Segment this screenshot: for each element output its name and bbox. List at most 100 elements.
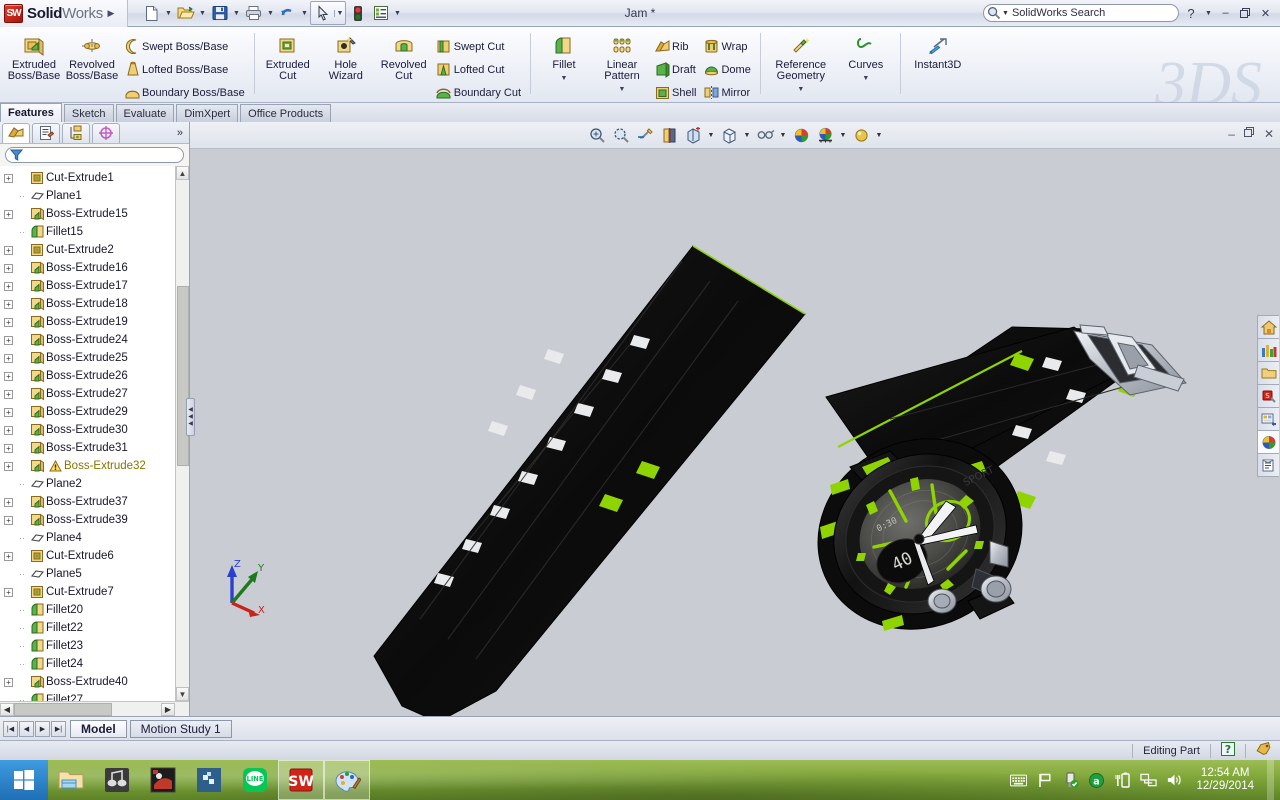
property-manager-tab[interactable] [32, 122, 60, 143]
revolved-cut-button[interactable]: Revolved Cut [375, 30, 433, 82]
select-button[interactable] [311, 2, 334, 24]
feature-tree-item[interactable]: ·· Fillet20 [0, 601, 189, 619]
print-document-button[interactable] [242, 2, 265, 24]
edit-appearance-button[interactable] [790, 124, 812, 146]
taskbar-line[interactable]: LINE [232, 760, 278, 800]
linear-pattern-caret-icon[interactable]: ▼ [619, 84, 626, 95]
expand-icon[interactable]: + [4, 317, 13, 327]
hide-show-items-button[interactable] [754, 124, 776, 146]
antivirus-icon[interactable]: a [1088, 771, 1105, 789]
menu-expand-icon[interactable]: ▶ [103, 8, 119, 19]
expand-icon[interactable]: + [4, 443, 13, 453]
feature-tree-item[interactable]: ·· Fillet22 [0, 619, 189, 637]
boundary-cut-button[interactable]: Boundary Cut [433, 81, 525, 102]
help-caret-icon[interactable]: ▼ [1203, 10, 1214, 17]
tab-dimxpert[interactable]: DimXpert [176, 104, 239, 122]
curves-caret-icon[interactable]: ▼ [862, 73, 869, 84]
expand-icon[interactable]: + [4, 299, 13, 309]
feature-tree-item[interactable]: + Boss-Extrude30 [0, 421, 189, 439]
close-button[interactable]: ✕ [1257, 4, 1274, 22]
feature-tree-item[interactable]: + Boss-Extrude40 [0, 673, 189, 691]
feature-tree-item[interactable]: ·· Fillet23 [0, 637, 189, 655]
expand-icon[interactable]: + [4, 587, 13, 597]
feature-tree-item[interactable]: + Cut-Extrude6 [0, 547, 189, 565]
tab-evaluate[interactable]: Evaluate [115, 104, 175, 122]
nav-last-button[interactable]: ▶| [51, 720, 66, 737]
status-help-button[interactable]: ? [1221, 742, 1235, 759]
feature-tree-item[interactable]: + Cut-Extrude1 [0, 169, 189, 187]
expand-icon[interactable]: + [4, 497, 13, 507]
mirror-button[interactable]: Mirror [700, 81, 754, 102]
search-dropdown-icon[interactable]: ▼ [1002, 10, 1009, 17]
expand-icon[interactable]: + [4, 551, 13, 561]
feature-tree-item[interactable]: ·· Plane1 [0, 187, 189, 205]
feature-tree-item[interactable]: ·· Plane4 [0, 529, 189, 547]
extruded-boss-base-button[interactable]: Extruded Boss/Base [5, 30, 63, 82]
expand-icon[interactable]: + [4, 281, 13, 291]
view-palette-tab[interactable] [1257, 407, 1279, 431]
feature-tree-filter-input[interactable] [23, 148, 173, 162]
tree-hscroll-right-button[interactable]: ▶ [161, 702, 175, 716]
solidworks-forum-tab[interactable]: S [1257, 384, 1279, 408]
taskbar-solidworks[interactable]: SW [278, 760, 324, 800]
feature-tree-item[interactable]: ·· Plane2 [0, 475, 189, 493]
feature-tree-item[interactable]: + Cut-Extrude7 [0, 583, 189, 601]
taskbar-clock[interactable]: 12:54 AM 12/29/2014 [1192, 767, 1254, 793]
view-orientation-button[interactable] [682, 124, 704, 146]
view-settings-button[interactable] [850, 124, 872, 146]
nav-first-button[interactable]: |◀ [3, 720, 18, 737]
appearances-scenes-tab[interactable] [1257, 430, 1279, 454]
options-caret-icon[interactable]: ▼ [392, 10, 403, 17]
feature-manager-tab[interactable] [2, 122, 30, 143]
feature-tree-item[interactable]: ·· Fillet27 [0, 691, 189, 701]
feature-tree-item[interactable]: + Boss-Extrude39 [0, 511, 189, 529]
restore-button[interactable] [1237, 4, 1254, 22]
zoom-to-fit-button[interactable] [586, 124, 608, 146]
tab-model[interactable]: Model [70, 719, 127, 738]
zoom-to-area-button[interactable] [610, 124, 632, 146]
lofted-boss-base-button[interactable]: Lofted Boss/Base [121, 58, 249, 81]
display-style-button[interactable] [718, 124, 740, 146]
expand-icon[interactable]: + [4, 425, 13, 435]
configuration-manager-tab[interactable] [62, 122, 90, 143]
swept-cut-button[interactable]: Swept Cut [433, 35, 525, 58]
draft-button[interactable]: Draft [651, 58, 700, 81]
search-input[interactable]: SolidWorks Search [1012, 7, 1105, 19]
hide-show-caret-icon[interactable]: ▼ [778, 132, 788, 139]
feature-tree-item[interactable]: + Boss-Extrude18 [0, 295, 189, 313]
document-minimize-button[interactable]: – [1228, 127, 1235, 141]
expand-icon[interactable]: + [4, 335, 13, 345]
extruded-cut-button[interactable]: Extruded Cut [259, 30, 317, 82]
network-icon[interactable] [1140, 771, 1158, 789]
feature-tree-item[interactable]: + Boss-Extrude24 [0, 331, 189, 349]
feature-tree-hscrollbar[interactable]: ◀ ▶ [0, 701, 189, 716]
panel-resize-grip[interactable]: ◀ ◀ ◀ [186, 398, 195, 436]
expand-icon[interactable]: + [4, 389, 13, 399]
undo-button[interactable] [276, 2, 299, 24]
instant3d-button[interactable]: Instant3D [905, 30, 971, 71]
new-document-caret-icon[interactable]: ▼ [163, 10, 174, 17]
feature-tree-item[interactable]: + Cut-Extrude2 [0, 241, 189, 259]
apply-scene-caret-icon[interactable]: ▼ [838, 132, 848, 139]
save-document-button[interactable] [208, 2, 231, 24]
previous-view-button[interactable] [634, 124, 656, 146]
show-desktop-button[interactable] [1267, 760, 1274, 800]
rib-button[interactable]: Rib [651, 35, 700, 58]
view-orientation-caret-icon[interactable]: ▼ [706, 132, 716, 139]
feature-tree-item[interactable]: ·· Fillet15 [0, 223, 189, 241]
tab-office-products[interactable]: Office Products [240, 104, 332, 122]
expand-icon[interactable]: + [4, 209, 13, 219]
save-document-caret-icon[interactable]: ▼ [231, 10, 242, 17]
fillet-button[interactable]: Fillet ▼ [535, 30, 593, 84]
feature-tree-item[interactable]: + Boss-Extrude26 [0, 367, 189, 385]
document-restore-button[interactable] [1243, 127, 1255, 141]
tree-scroll-thumb[interactable] [177, 286, 189, 466]
expand-icon[interactable]: + [4, 245, 13, 255]
section-view-button[interactable] [658, 124, 680, 146]
feature-tree-filter[interactable] [5, 147, 184, 163]
feature-tree-item[interactable]: + Boss-Extrude27 [0, 385, 189, 403]
open-document-caret-icon[interactable]: ▼ [197, 10, 208, 17]
reference-geometry-button[interactable]: Reference Geometry ▼ [765, 30, 837, 95]
swept-boss-base-button[interactable]: Swept Boss/Base [121, 35, 249, 58]
expand-icon[interactable]: + [4, 263, 13, 273]
